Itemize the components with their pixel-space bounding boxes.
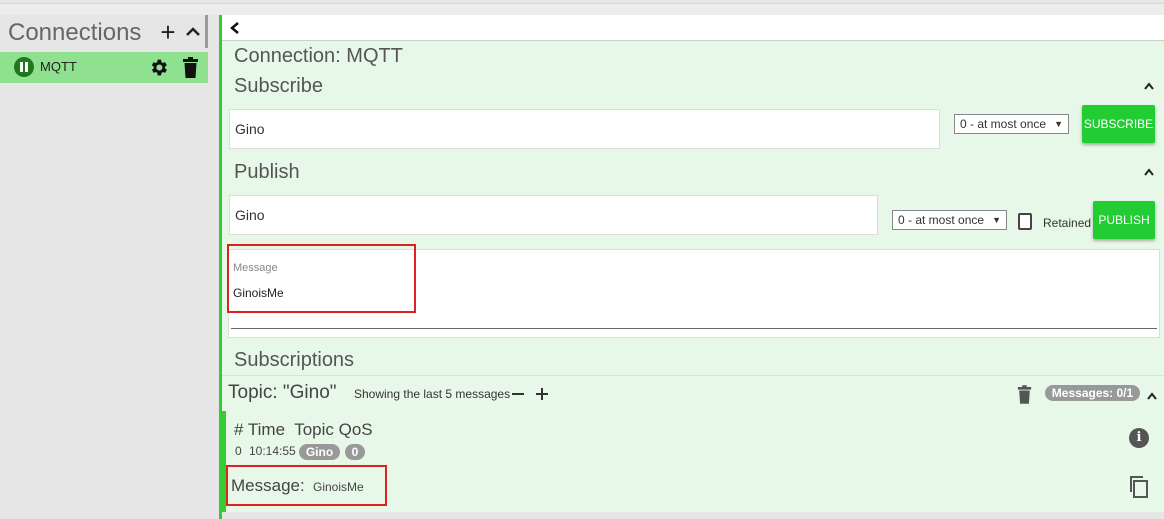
column-index: # (234, 420, 244, 439)
pause-icon[interactable] (14, 57, 34, 77)
message-table-header: # Time Topic QoS (234, 420, 373, 440)
gear-icon[interactable] (148, 57, 169, 78)
trash-icon[interactable] (1017, 385, 1032, 404)
chevron-left-icon[interactable] (228, 20, 242, 36)
copy-icon[interactable] (1128, 475, 1150, 499)
chevron-up-icon[interactable] (184, 22, 202, 42)
publish-topic-input[interactable]: Gino (229, 195, 878, 235)
sidebar-divider[interactable] (205, 15, 208, 48)
subscribe-title: Subscribe (234, 75, 323, 97)
chevron-up-icon[interactable] (1146, 391, 1158, 401)
info-icon[interactable]: i (1129, 428, 1149, 448)
caret-down-icon: ▼ (992, 215, 1001, 225)
row-qos-badge: 0 (345, 444, 365, 460)
plus-icon[interactable] (535, 387, 549, 401)
subscriptions-title: Subscriptions (234, 349, 355, 371)
publish-button[interactable]: PUBLISH (1093, 201, 1155, 239)
subscribe-topic-input[interactable]: Gino (229, 109, 940, 149)
bottom-bar (222, 512, 1164, 519)
plus-icon[interactable]: + (159, 19, 177, 45)
retained-label: Retained (1043, 216, 1092, 230)
highlight-box (227, 244, 416, 313)
publish-title: Publish (234, 161, 300, 183)
message-underline (231, 328, 1157, 329)
column-time: Time (247, 420, 286, 439)
panel-header (222, 15, 1164, 41)
messages-count-badge: Messages: 0/1 (1045, 385, 1140, 401)
caret-down-icon: ▼ (1054, 119, 1063, 129)
column-topic: Topic (294, 420, 334, 439)
column-qos: QoS (338, 420, 373, 439)
connection-title: Connection: MQTT (234, 45, 403, 67)
subscription-topic-label: Topic: "Gino" (228, 382, 337, 403)
subscribe-button[interactable]: SUBSCRIBE (1082, 105, 1155, 143)
chevron-up-icon[interactable] (1143, 81, 1155, 91)
connection-name: MQTT (40, 59, 77, 74)
connections-title: Connections (8, 19, 142, 46)
publish-qos-select[interactable]: 0 - at most once ▼ (892, 210, 1007, 230)
trash-icon[interactable] (182, 57, 199, 78)
row-index: 0 (235, 444, 242, 458)
highlight-box (226, 465, 387, 506)
row-time: 10:14:55 (249, 444, 296, 458)
minus-icon[interactable] (511, 387, 525, 401)
row-topic-badge: Gino (299, 444, 340, 460)
retained-checkbox[interactable] (1018, 213, 1032, 230)
showing-last-messages: Showing the last 5 messages (354, 387, 511, 401)
chevron-up-icon[interactable] (1143, 167, 1155, 177)
connection-item-mqtt[interactable]: MQTT (0, 52, 208, 83)
publish-qos-value: 0 - at most once (898, 213, 985, 227)
subscribe-qos-select[interactable]: 0 - at most once ▼ (954, 114, 1069, 134)
connections-sidebar (0, 15, 208, 519)
subscribe-qos-value: 0 - at most once (960, 117, 1047, 131)
window-top-bar (0, 0, 1164, 15)
